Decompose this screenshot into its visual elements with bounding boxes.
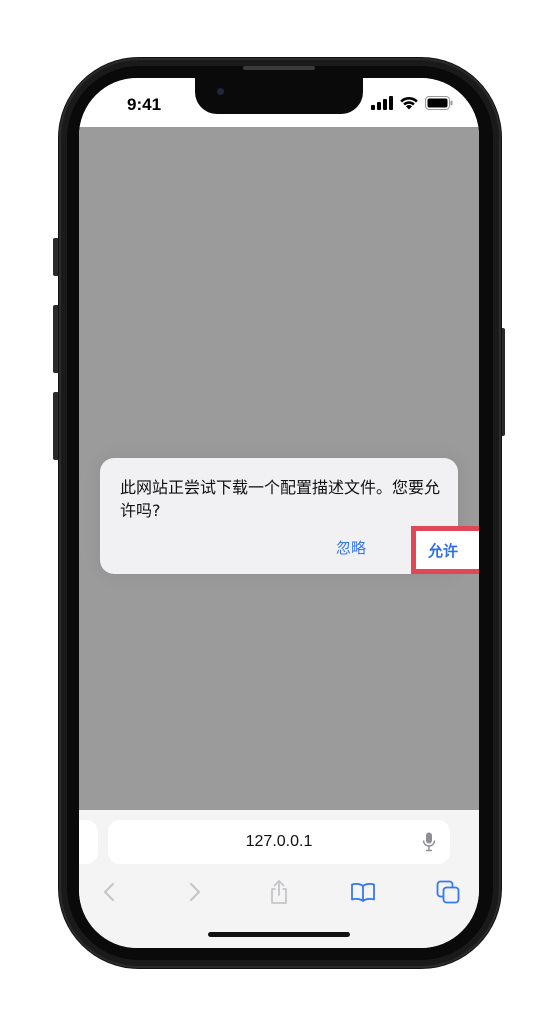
- safari-toolbar: [79, 874, 479, 910]
- phone-screen: 9:41 此网站正尝试下载一个配置描述文件。您要允许吗? 忽略 允许 127.0…: [79, 78, 479, 948]
- address-bar[interactable]: 127.0.0.1: [108, 820, 450, 864]
- notch: [195, 78, 363, 114]
- allow-button[interactable]: 允许: [428, 540, 458, 561]
- home-indicator[interactable]: [208, 932, 350, 937]
- wifi-icon: [400, 96, 418, 110]
- microphone-icon[interactable]: [422, 832, 436, 852]
- share-icon: [271, 880, 287, 904]
- web-content-dimmed: 此网站正尝试下载一个配置描述文件。您要允许吗? 忽略 允许: [79, 127, 479, 810]
- forward-button[interactable]: [181, 878, 209, 906]
- front-camera: [217, 88, 224, 95]
- tabs-icon: [436, 880, 460, 904]
- share-button[interactable]: [265, 878, 293, 906]
- ignore-button[interactable]: 忽略: [336, 537, 366, 558]
- status-bar: 9:41: [79, 78, 479, 127]
- back-chevron-icon: [104, 883, 114, 901]
- bookmarks-button[interactable]: [349, 878, 377, 906]
- signal-icon: [371, 96, 393, 110]
- url-text: 127.0.0.1: [245, 833, 313, 850]
- allow-highlight-box: 允许: [411, 526, 479, 574]
- status-time: 9:41: [127, 95, 162, 114]
- battery-icon: [425, 96, 453, 110]
- tabs-button[interactable]: [434, 878, 462, 906]
- speaker-slit: [243, 66, 315, 70]
- alert-message: 此网站正尝试下载一个配置描述文件。您要允许吗?: [120, 478, 441, 520]
- status-icons: [371, 96, 453, 110]
- page: 9:41 此网站正尝试下载一个配置描述文件。您要允许吗? 忽略 允许 127.0…: [0, 0, 558, 1024]
- profile-download-alert: 此网站正尝试下载一个配置描述文件。您要允许吗? 忽略 允许: [100, 458, 479, 574]
- bookmarks-book-icon: [351, 882, 375, 902]
- forward-chevron-icon: [190, 883, 200, 901]
- back-button[interactable]: [95, 878, 123, 906]
- previous-tab-peek[interactable]: [79, 820, 98, 864]
- safari-bottom-bar: 127.0.0.1: [79, 810, 479, 948]
